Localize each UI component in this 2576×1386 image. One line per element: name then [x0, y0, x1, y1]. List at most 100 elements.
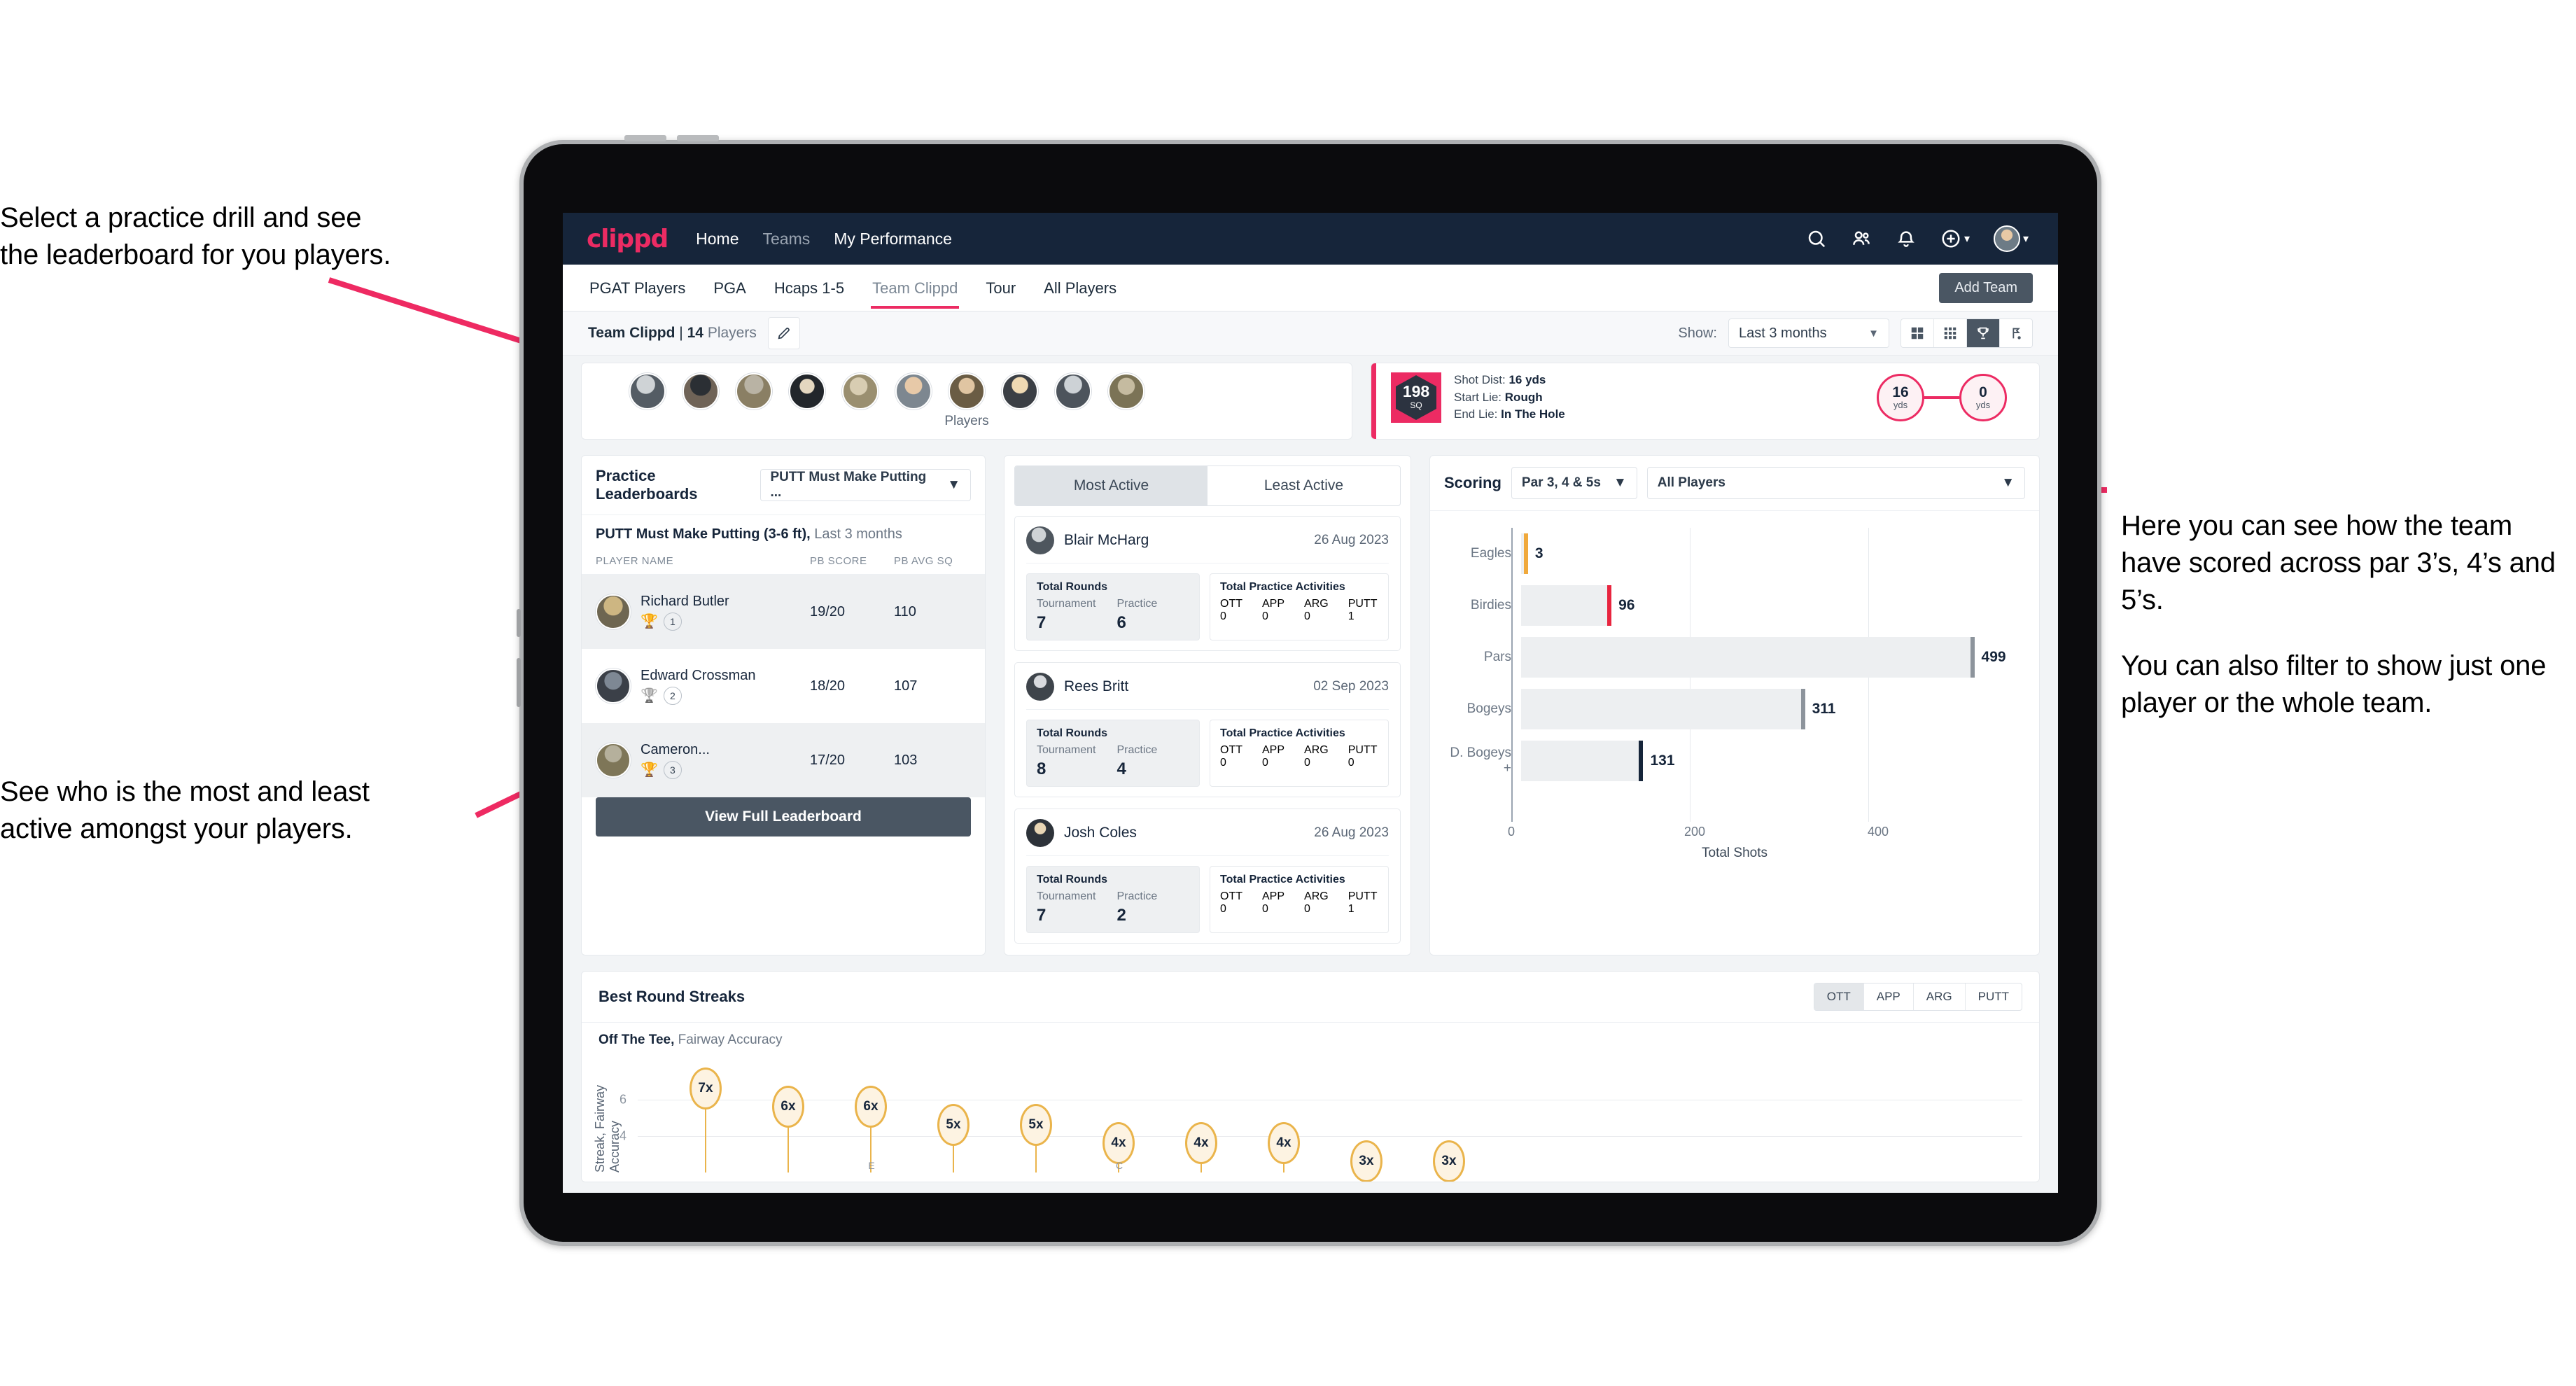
bar-row-bogeys: Bogeys 311: [1444, 683, 2025, 735]
metric-ott-button[interactable]: OTT: [1814, 983, 1864, 1010]
list-item[interactable]: Josh Coles 26 Aug 2023 Total Rounds Tour…: [1014, 808, 1401, 944]
gridline-4: [638, 1136, 2022, 1137]
add-team-button[interactable]: Add Team: [1939, 273, 2033, 303]
clippd-logo[interactable]: clippd: [587, 225, 668, 253]
chevron-down-icon-add[interactable]: ▾: [1964, 232, 1970, 246]
lollipop-2[interactable]: 6x: [772, 1086, 804, 1172]
lollipop-5[interactable]: 5x: [1020, 1104, 1052, 1172]
table-row[interactable]: Richard Butler 🏆 1 19/20 110: [582, 575, 985, 649]
total-practice-values: OTT 0 APP 0 ARG 0 PUTT 1: [1220, 890, 1378, 916]
tablet-button-side-1: [517, 609, 521, 637]
practice-key-app: APP: [1262, 744, 1285, 756]
annotation-right-para1: Here you can see how the team have score…: [2121, 510, 2556, 616]
tab-least-active[interactable]: Least Active: [1208, 466, 1400, 505]
lollipop-8[interactable]: 4x: [1268, 1122, 1300, 1172]
show-label: Show:: [1678, 325, 1717, 341]
nav-my-performance[interactable]: My Performance: [834, 230, 952, 248]
lollipop-label: 4x: [1185, 1122, 1217, 1164]
xtick-mark-1: E: [868, 1160, 875, 1171]
lollipop-4[interactable]: 5x: [937, 1104, 969, 1172]
search-icon[interactable]: [1806, 228, 1827, 249]
avatar[interactable]: [1002, 373, 1038, 410]
practice-value-app: 0: [1262, 903, 1268, 915]
par-filter-select[interactable]: Par 3, 4 & 5s ▼: [1511, 467, 1637, 499]
grid-small-icon[interactable]: [1934, 319, 1967, 347]
date-range-select[interactable]: Last 3 months ▼: [1728, 318, 1889, 348]
bar-value-pars: 499: [1981, 649, 2006, 665]
view-full-leaderboard-button[interactable]: View Full Leaderboard: [596, 797, 971, 836]
row-players-and-shot: Players 198 SQ Shot Dist: 16 yds Start L…: [581, 356, 2040, 440]
avatar[interactable]: [1055, 373, 1091, 410]
bar-cap-pars: [1970, 637, 1975, 678]
team-player-count: 14: [687, 325, 704, 341]
chevron-down-icon-profile[interactable]: ▾: [2023, 232, 2029, 246]
table-row[interactable]: Cameron... 🏆 3 17/20 103: [582, 723, 985, 797]
people-icon[interactable]: [1851, 228, 1872, 249]
shot-detail-card: 198 SQ Shot Dist: 16 yds Start Lie: Roug…: [1371, 363, 2040, 440]
lollipop-7[interactable]: 4x: [1185, 1122, 1217, 1172]
streaks-y-axis-label: Streak, Fairway Accuracy: [593, 1084, 622, 1172]
best-round-streaks-panel: Best Round Streaks OTT APP ARG PUTT Off …: [581, 971, 2040, 1182]
pb-avg-sq-value: 103: [894, 752, 918, 768]
player-filter-select[interactable]: All Players ▼: [1646, 467, 2025, 499]
avatar[interactable]: [895, 373, 932, 410]
practice-key-ott: OTT: [1220, 598, 1242, 610]
trophy-icon[interactable]: [1967, 319, 2000, 347]
date-range-value: Last 3 months: [1739, 325, 1827, 341]
practice-key-arg: ARG: [1304, 598, 1329, 610]
avatar[interactable]: [682, 373, 719, 410]
app-screen: clippd Home Teams My Performance ▾ ▾ PGA…: [563, 213, 2058, 1193]
tab-pgat-players[interactable]: PGAT Players: [588, 267, 687, 309]
bar-birdies: [1521, 585, 1608, 626]
list-item[interactable]: Rees Britt 02 Sep 2023 Total Rounds Tour…: [1014, 662, 1401, 797]
practice-key-ott: OTT: [1220, 744, 1242, 756]
metric-putt-button[interactable]: PUTT: [1966, 983, 2022, 1010]
pencil-icon[interactable]: [767, 317, 800, 349]
toolbar-right: Show: Last 3 months ▼: [1678, 312, 2033, 355]
tab-tour[interactable]: Tour: [984, 267, 1017, 309]
avatar[interactable]: [1993, 225, 2020, 252]
tab-all-players[interactable]: All Players: [1042, 267, 1118, 309]
streaks-subtitle-bold: Off The Tee,: [598, 1032, 675, 1047]
chevron-down-icon-drill: ▼: [947, 477, 960, 492]
list-item[interactable]: Blair McHarg 26 Aug 2023 Total Rounds To…: [1014, 516, 1401, 651]
team-summary: Team Clippd | 14 Players: [588, 325, 757, 342]
avatar[interactable]: [1108, 373, 1144, 410]
avatar[interactable]: [789, 373, 825, 410]
tab-most-active[interactable]: Most Active: [1015, 466, 1208, 505]
practice-key-putt: PUTT: [1348, 890, 1378, 902]
total-practice-box: Total Practice Activities OTT 0 APP 0 ARG 0…: [1210, 866, 1389, 933]
nav-teams[interactable]: Teams: [763, 230, 811, 248]
players-avatars-card: Players: [581, 363, 1352, 440]
lollipop-label: 6x: [772, 1086, 804, 1128]
scoring-header: Scoring Par 3, 4 & 5s ▼ All Players ▼: [1430, 456, 2039, 511]
bell-icon[interactable]: [1896, 228, 1917, 249]
player-badges: 🏆 3: [640, 760, 710, 779]
tab-team-clippd[interactable]: Team Clippd: [871, 267, 960, 309]
lollipop-1[interactable]: 7x: [690, 1068, 722, 1172]
tab-hcaps-1-5[interactable]: Hcaps 1-5: [773, 267, 846, 309]
end-lie-line: End Lie: In The Hole: [1454, 406, 1565, 424]
total-rounds-values: Tournament 7 Practice 2: [1037, 890, 1189, 925]
metric-app-button[interactable]: APP: [1864, 983, 1914, 1010]
bar-track-birdies: 96: [1521, 580, 2025, 631]
avatar[interactable]: [948, 373, 985, 410]
avatar: [1026, 526, 1054, 554]
drill-select[interactable]: PUTT Must Make Putting ... ▼: [760, 469, 971, 501]
avatar[interactable]: [629, 373, 666, 410]
avatar[interactable]: [736, 373, 772, 410]
practice-key-arg: ARG: [1304, 890, 1329, 902]
tab-pga[interactable]: PGA: [712, 267, 747, 309]
nav-home[interactable]: Home: [696, 230, 738, 248]
flag-icon[interactable]: [2000, 319, 2032, 347]
table-row[interactable]: Edward Crossman 🏆 2 18/20 107: [582, 649, 985, 723]
bar-label-birdies: Birdies: [1470, 598, 1511, 612]
rank-badge: 2: [663, 686, 682, 705]
plus-circle-icon[interactable]: [1940, 228, 1961, 249]
team-separator: |: [679, 325, 683, 341]
metric-arg-button[interactable]: ARG: [1914, 983, 1966, 1010]
avatar[interactable]: [842, 373, 878, 410]
total-rounds-box: Total Rounds Tournament 8 Practice 4: [1026, 720, 1200, 787]
header-actions: ▾ ▾: [1806, 213, 2029, 265]
grid-large-icon[interactable]: [1901, 319, 1934, 347]
